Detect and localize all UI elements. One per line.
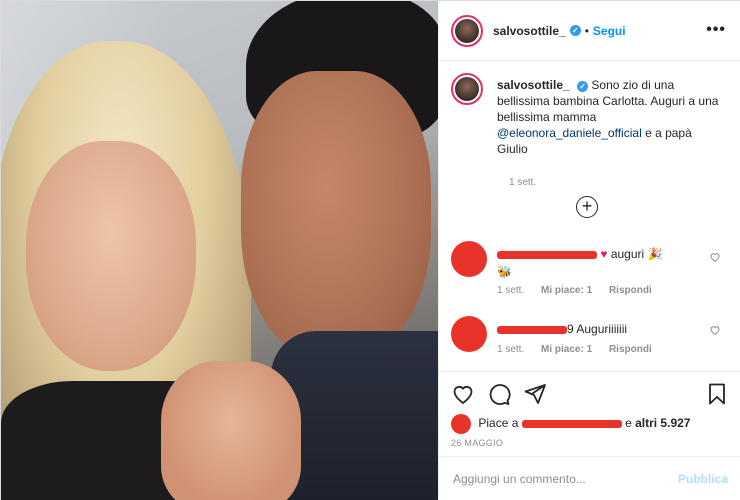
- follow-button[interactable]: Segui: [593, 24, 626, 38]
- comment-body: auguri: [610, 247, 645, 261]
- comments-section[interactable]: salvosottile_ ✓ Sono zio di una bellissi…: [439, 61, 740, 371]
- comment-reply-button[interactable]: Rispondi: [609, 285, 652, 296]
- author-avatar[interactable]: [451, 14, 483, 47]
- caption-verified-icon: ✓: [577, 81, 589, 92]
- instagram-post: salvosottile_ ✓ • Segui ••• salvosottile…: [0, 0, 740, 500]
- comment-reply-button[interactable]: Rispondi: [609, 344, 652, 355]
- like-heart-icon[interactable]: [451, 382, 475, 406]
- party-popper-emoji-icon: 🎉: [647, 247, 663, 261]
- publish-button[interactable]: Pubblica: [678, 472, 728, 486]
- comment-avatar-redacted[interactable]: [451, 241, 487, 277]
- liker-avatar-redacted[interactable]: [451, 414, 471, 434]
- comment-bubble-icon[interactable]: [487, 382, 511, 406]
- add-comment-bar: Pubblica: [439, 456, 740, 500]
- comment-meta: 1 sett. Mi piace: 1 Rispondi: [497, 285, 666, 296]
- red-heart-emoji-icon: ♥: [600, 247, 608, 261]
- comment-body: 9 Auguriiiiiii: [567, 322, 628, 336]
- comment-likes-count[interactable]: Mi piace: 1: [541, 285, 592, 296]
- post-date[interactable]: 26 MAGGIO: [451, 438, 503, 448]
- author-username[interactable]: salvosottile_: [493, 24, 566, 38]
- redacted-liker-name: [521, 420, 622, 428]
- post-photo[interactable]: [1, 1, 438, 500]
- comment-time[interactable]: 1 sett.: [497, 344, 524, 355]
- bee-emoji-icon: 🐝: [497, 265, 512, 279]
- comment-like-heart-icon[interactable]: [709, 251, 721, 263]
- likes-count-link[interactable]: altri 5.927: [635, 416, 690, 430]
- save-bookmark-icon[interactable]: [705, 382, 729, 406]
- header-separator: •: [584, 23, 589, 38]
- post-header: salvosottile_ ✓ • Segui •••: [439, 1, 740, 61]
- comment-likes-count[interactable]: Mi piace: 1: [541, 344, 592, 355]
- caption-text: salvosottile_ ✓ Sono zio di una bellissi…: [497, 77, 719, 157]
- comment-meta: 1 sett. Mi piace: 1 Rispondi: [497, 344, 666, 355]
- comment-time[interactable]: 1 sett.: [497, 285, 524, 296]
- caption-username[interactable]: salvosottile_: [497, 78, 570, 92]
- likes-summary: Piace a e altri 5.927: [451, 414, 690, 434]
- likes-middle: e: [625, 416, 632, 431]
- load-more-comments-icon[interactable]: +: [576, 196, 598, 218]
- comment-like-heart-icon[interactable]: [709, 324, 721, 336]
- photo-thumbs-up: [161, 361, 301, 500]
- caption-time[interactable]: 1 sett.: [509, 177, 536, 188]
- likes-prefix: Piace a: [478, 416, 519, 431]
- more-options-icon[interactable]: •••: [706, 21, 726, 39]
- comment-avatar-redacted[interactable]: [451, 316, 487, 352]
- caption-mention-link[interactable]: @eleonora_daniele_official: [497, 126, 642, 140]
- redacted-username: [497, 250, 597, 259]
- caption-avatar-image: [455, 77, 479, 101]
- caption-avatar[interactable]: [451, 73, 483, 105]
- photo-woman-face: [26, 141, 196, 371]
- verified-badge-icon: ✓: [569, 25, 581, 36]
- comment-text: ♥ auguri 🎉 🐝: [497, 245, 697, 281]
- comment-input[interactable]: [453, 472, 678, 486]
- post-side-panel: salvosottile_ ✓ • Segui ••• salvosottile…: [438, 1, 740, 500]
- share-send-icon[interactable]: [523, 382, 547, 406]
- comment-text: 9 Auguriiiiiii: [497, 320, 697, 338]
- photo-man-face: [241, 71, 431, 361]
- author-avatar-image: [455, 18, 479, 43]
- redacted-username: [497, 325, 567, 334]
